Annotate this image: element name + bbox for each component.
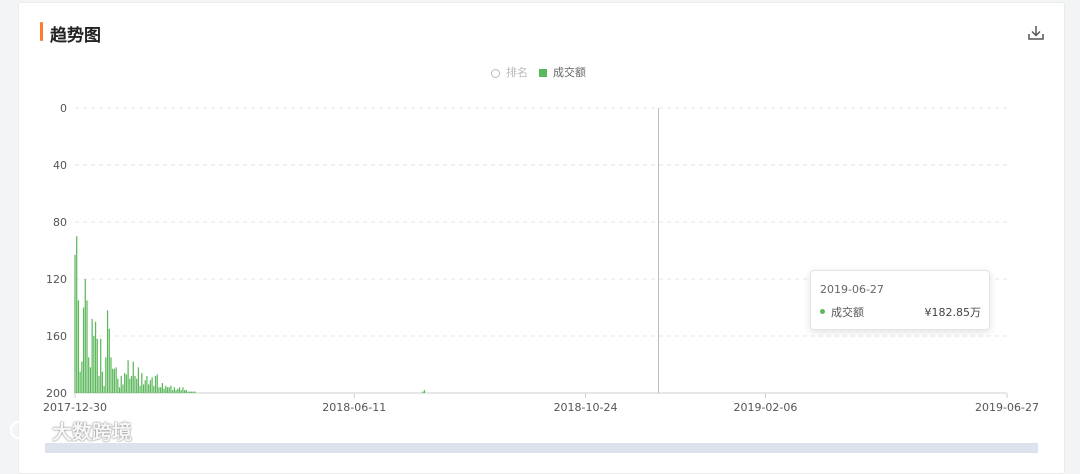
sales-bar [108,328,110,393]
sales-bar [101,371,104,393]
sales-bar [113,368,116,393]
sales-bar [122,384,124,393]
sales-bar [120,375,122,393]
sales-bar [172,390,174,393]
sales-bar [132,361,134,393]
y-tick-label: 160 [46,330,67,343]
y-tick-label: 200 [46,387,67,400]
sales-bar [91,318,93,393]
sales-bar [88,357,90,393]
sales-bar [112,368,114,393]
sales-bar [98,375,100,393]
sales-bar [175,390,177,393]
sales-bar [124,373,126,393]
sales-bar [142,384,145,393]
sales-bar [149,380,151,393]
sales-bar [129,378,131,393]
sales-bar [141,373,143,393]
bottom-strip [45,443,1038,453]
sales-bar [182,387,184,393]
sales-bar [165,385,167,393]
sales-bar [194,391,196,393]
sales-bar [84,279,86,393]
sales-bar [96,338,98,393]
sales-bar [82,307,85,393]
chart-tooltip: 2019-06-27 成交额 ¥182.85万 [810,270,990,330]
sales-bar [118,387,121,393]
sales-bar [423,390,426,393]
sales-bar [125,374,128,393]
sales-bar [136,378,138,393]
x-tick-label: 2019-06-27 [975,401,1039,414]
watermark-logo-icon [10,420,46,440]
sales-bar [86,300,88,393]
x-tick-label: 2018-10-24 [554,401,618,414]
sales-bar [163,388,165,393]
sales-bar [173,387,175,393]
sales-bar [110,357,112,393]
sales-bar [79,371,81,393]
sales-bar [134,375,136,393]
sales-bar [105,357,107,393]
tooltip-series-name: 成交额 [831,306,864,319]
y-tick-label: 120 [46,273,67,286]
sales-bar [127,360,129,393]
sales-bar [422,391,424,393]
sales-bar [166,387,169,393]
sales-bar [189,391,191,393]
sales-bar [184,390,186,393]
sales-bar [106,310,109,393]
sales-bar [151,377,153,393]
sales-bar [76,236,78,393]
sales-bar [187,391,189,393]
x-tick-label: 2017-12-30 [43,401,107,414]
sales-bar [77,300,80,393]
x-tick-label: 2019-02-06 [733,401,797,414]
series-dot-icon [820,309,825,314]
y-tick-label: 40 [53,159,67,172]
sales-bar [180,390,182,393]
sales-bar [168,387,170,393]
sales-bar [93,336,95,393]
sales-bar [139,385,141,393]
sales-bar [160,387,162,393]
sales-bar [144,380,146,393]
x-tick-label: 2018-06-11 [322,401,386,414]
sales-bar [154,375,157,393]
sales-bar [117,378,119,393]
sales-bar [192,391,194,393]
sales-bar [156,374,158,393]
sales-bar [137,367,140,393]
sales-bar [74,254,76,393]
y-tick-label: 80 [53,216,67,229]
sales-bar [148,384,150,393]
tooltip-date: 2019-06-27 [820,283,884,296]
sales-bar [89,367,92,393]
sales-bar [100,338,102,393]
tooltip-value: ¥182.85万 [924,306,982,319]
sales-bar [190,391,193,393]
trend-chart[interactable]: 0 40 80 120 160 2002017-12-30 2018-06-11 2018-1… [0,0,1080,449]
sales-bar [161,383,163,393]
sales-bar [178,387,181,393]
sales-bar [103,385,105,393]
sales-bar [115,367,117,393]
sales-bar [94,321,97,393]
sales-bar [153,385,155,393]
sales-bar [81,361,83,393]
sales-bar [177,388,179,393]
sales-bar [170,385,172,393]
y-tick-label: 0 [60,102,67,115]
sales-bar [146,375,148,393]
watermark-text: 大数跨境 [52,420,132,444]
sales-bar [130,375,133,393]
sales-bar [158,387,160,393]
sales-bar [185,390,187,393]
